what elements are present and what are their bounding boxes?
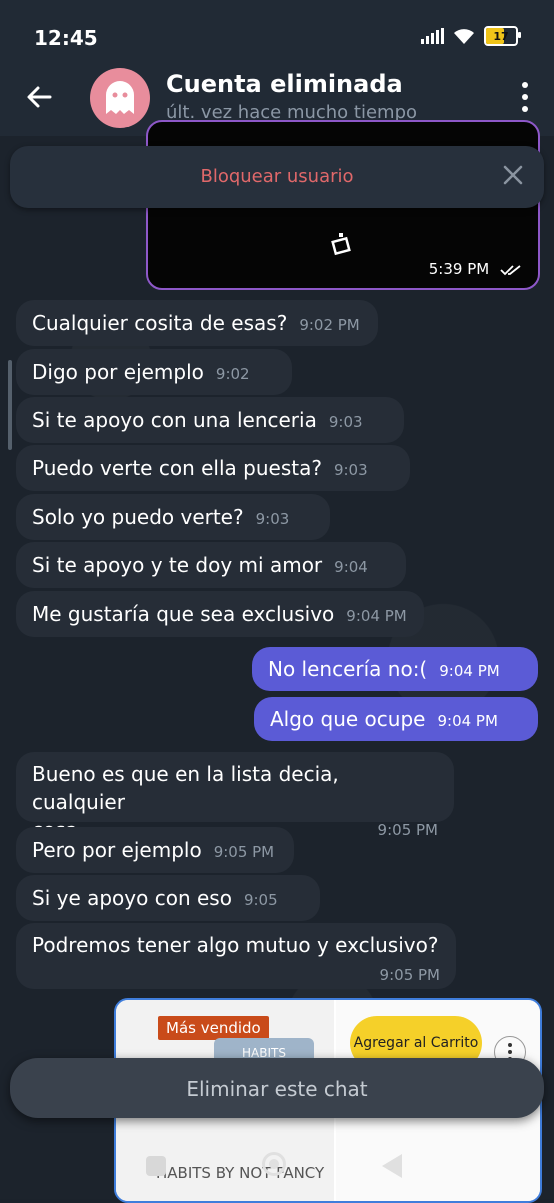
message-time: 9:05 PM (213, 843, 275, 861)
message-text: Si te apoyo con una lenceria (32, 408, 317, 432)
home-circle-icon[interactable] (262, 1152, 286, 1176)
more-options-icon[interactable] (520, 82, 530, 112)
message-text: Algo que ocupe (270, 707, 426, 731)
status-time: 12:45 (34, 26, 98, 50)
back-triangle-icon[interactable] (382, 1154, 402, 1178)
message-text: Si te apoyo y te doy mi amor (32, 553, 323, 577)
wifi-icon (454, 29, 474, 44)
message-time: 9:04 PM (437, 712, 498, 730)
message-text: Pero por ejemplo (32, 838, 202, 862)
message-text: Cualquier cosita de esas? (32, 311, 288, 335)
message-text: Solo yo puedo verte? (32, 505, 244, 529)
message-text: Digo por ejemplo (32, 360, 204, 384)
delete-chat-button[interactable]: Eliminar este chat (10, 1077, 544, 1101)
message-time: 9:05 PM (379, 966, 440, 984)
message-time: 9:04 PM (439, 662, 500, 680)
battery-level: 17 (493, 29, 509, 43)
close-icon[interactable] (502, 164, 524, 186)
avatar[interactable] (90, 68, 150, 128)
message-outgoing[interactable]: Algo que ocupe 9:04 PM (254, 697, 538, 772)
recents-square-icon[interactable] (146, 1156, 166, 1176)
message-incoming[interactable]: Solo yo puedo verte?9:03 PM (16, 494, 330, 576)
block-user-button[interactable]: Bloquear usuario (10, 166, 544, 187)
message-text: Puedo verte con ella puesta? (32, 456, 322, 480)
message-incoming[interactable]: Si ye apoyo con eso9:05 PM (16, 875, 320, 957)
message-time: 9:05 PM (377, 821, 438, 839)
double-check-icon (500, 264, 521, 275)
media-glyph-icon (331, 233, 351, 256)
message-text: Si ye apoyo con eso (32, 886, 232, 910)
message-incoming[interactable]: Me gustaría que sea exclusivo 9:04 PM (16, 591, 424, 637)
message-incoming[interactable]: Si te apoyo con una lenceria9:03 PM (16, 397, 404, 479)
ghost-icon (106, 81, 134, 114)
message-text: No lencería no:( (268, 657, 428, 681)
bestseller-badge: Más vendido (158, 1016, 269, 1040)
message-time: 9:04 PM (346, 607, 407, 625)
signal-icon (421, 28, 444, 44)
delete-chat-banner: Eliminar este chat (10, 1058, 544, 1118)
status-bar: 12:45 17 (0, 0, 554, 60)
message-incoming[interactable]: Podremos tener algo mutuo y exclusivo? 9… (16, 923, 456, 989)
scroll-indicator[interactable] (8, 360, 12, 450)
message-text-line: Bueno es que en la lista decia, cualquie… (32, 762, 339, 814)
message-incoming[interactable]: Digo por ejemplo9:02 PM (16, 349, 292, 431)
status-icons: 17 (421, 26, 521, 46)
message-outgoing[interactable]: No lencería no:( 9:04 PM (252, 647, 538, 722)
message-text: Me gustaría que sea exclusivo (32, 602, 335, 626)
system-navigation-bar (0, 1140, 554, 1199)
message-incoming[interactable]: Bueno es que en la lista decia, cualquie… (16, 752, 454, 842)
block-user-banner: Bloquear usuario (10, 146, 544, 208)
battery-icon: 17 (484, 26, 521, 46)
media-time-label: 5:39 PM (428, 260, 490, 278)
contact-name[interactable]: Cuenta eliminada (166, 70, 403, 98)
message-incoming[interactable]: Si te apoyo y te doy mi amor 9:04 PM (16, 542, 406, 624)
message-incoming[interactable]: Puedo verte con ella puesta?9:03 PM (16, 445, 410, 527)
message-text: Podremos tener algo mutuo y exclusivo? (32, 933, 439, 957)
message-time: 9:02 PM (299, 316, 360, 334)
message-incoming[interactable]: Pero por ejemplo 9:05 PM (16, 827, 294, 873)
media-message-time: 5:39 PM (429, 260, 522, 278)
back-arrow-icon[interactable] (24, 82, 54, 112)
message-incoming[interactable]: Cualquier cosita de esas? 9:02 PM (16, 300, 378, 346)
